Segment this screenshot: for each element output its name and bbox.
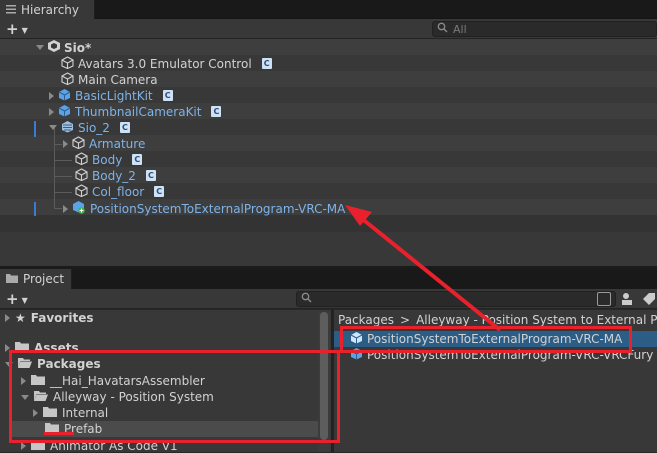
annotation-arrow [345,205,502,332]
